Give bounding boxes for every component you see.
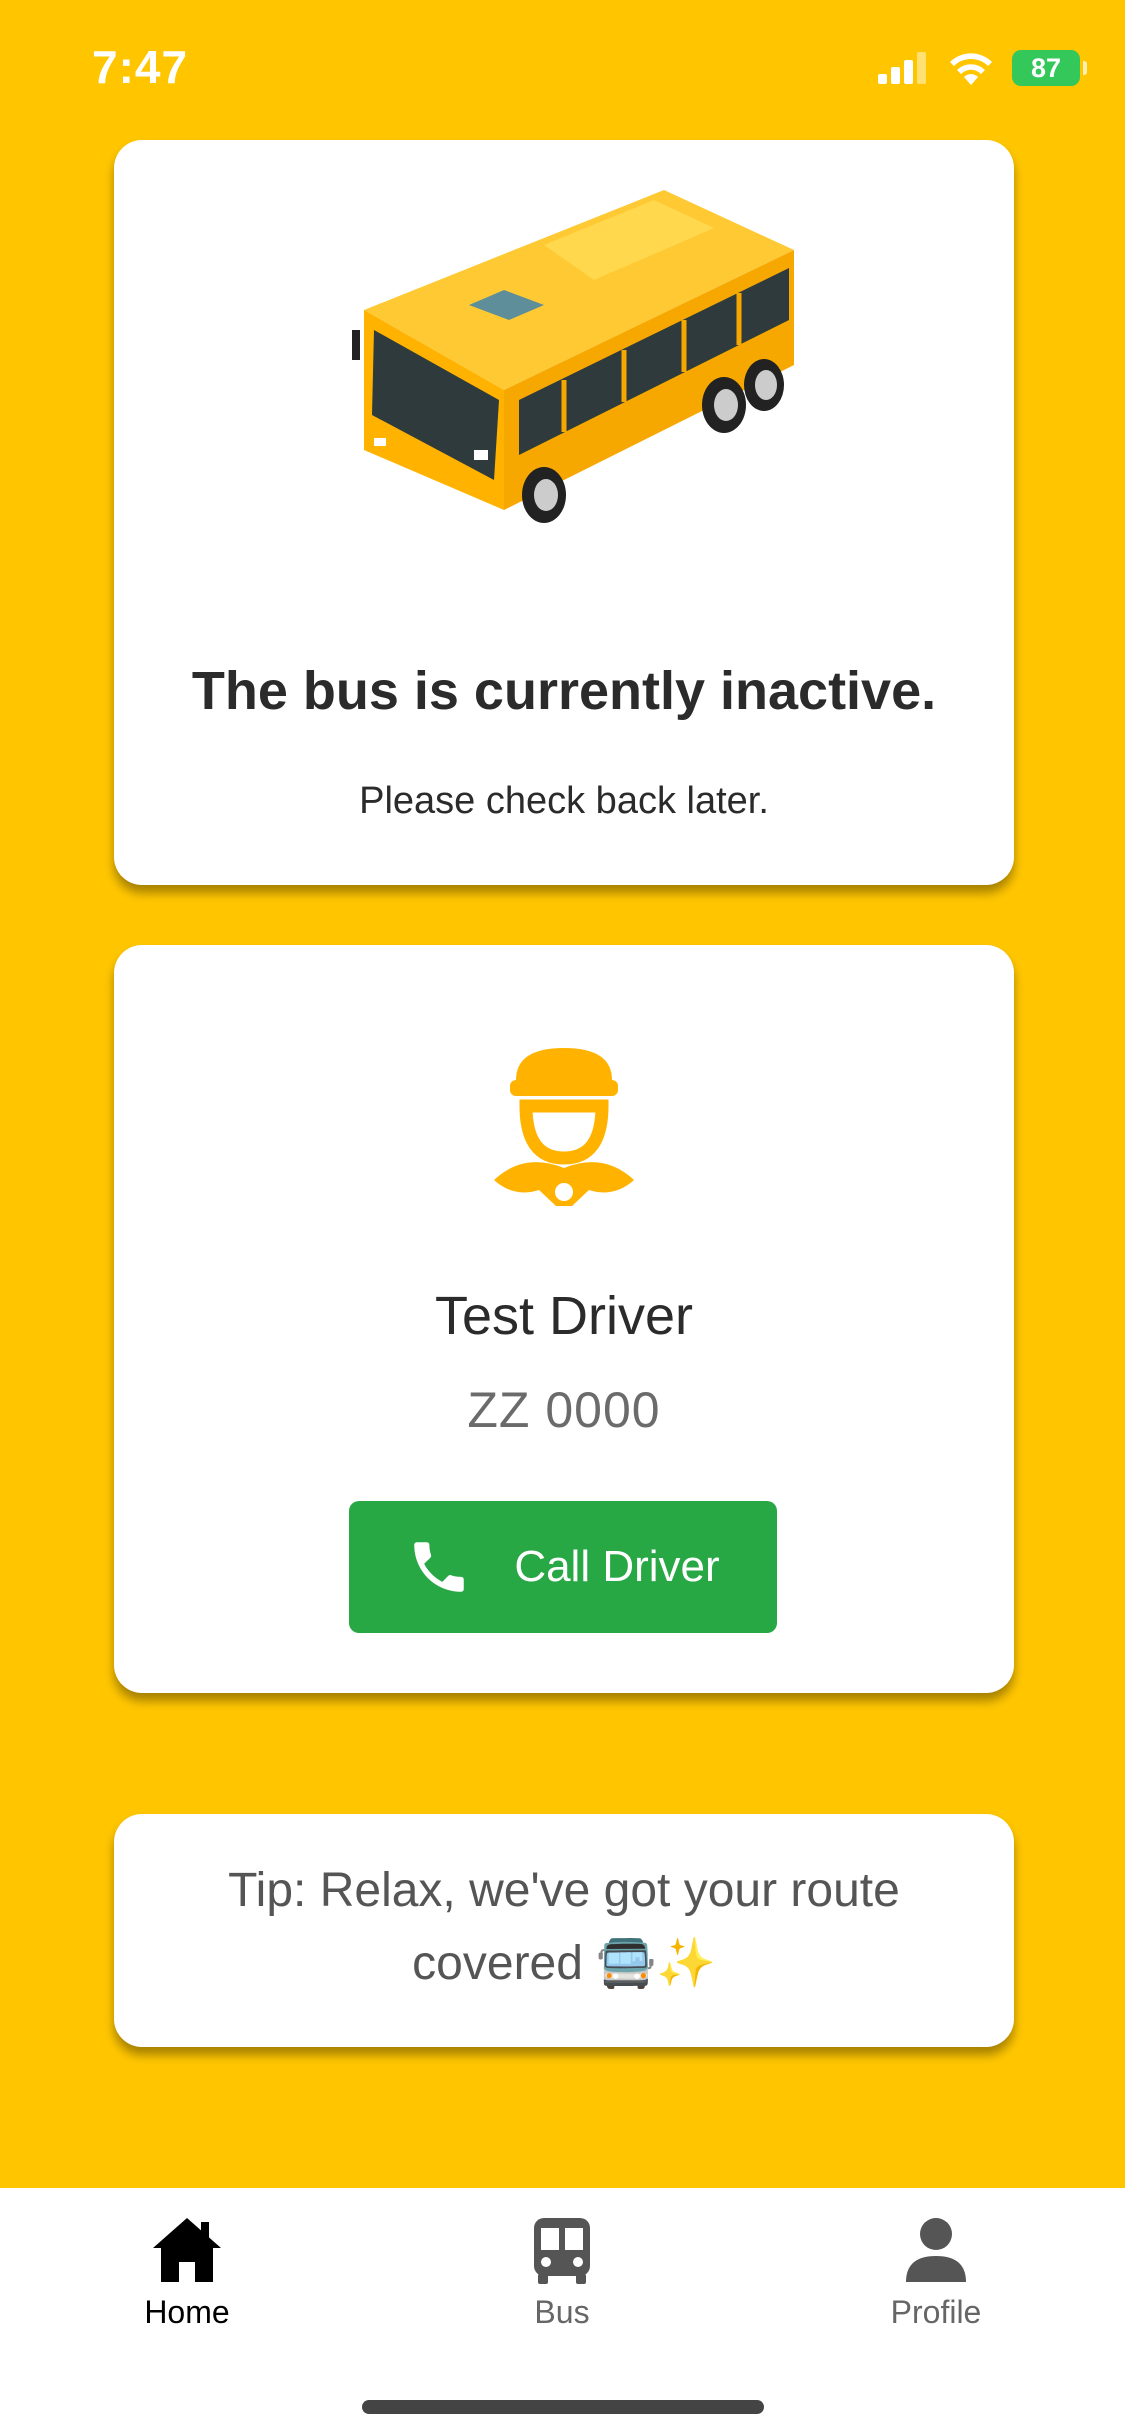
wifi-icon xyxy=(950,53,992,85)
driver-card: Test Driver ZZ 0000 Call Driver xyxy=(114,945,1014,1693)
tip-text: Tip: Relax, we've got your route covered… xyxy=(228,1864,900,1990)
home-indicator xyxy=(362,2400,764,2414)
driver-plate: ZZ 0000 xyxy=(467,1382,661,1438)
battery-level: 87 xyxy=(1030,52,1062,83)
phone-icon xyxy=(414,1542,465,1592)
bus-status-subtitle: Please check back later. xyxy=(359,780,769,822)
bus-status-card: The bus is currently inactive. Please ch… xyxy=(114,140,1014,885)
home-icon xyxy=(153,2218,221,2282)
call-driver-label: Call Driver xyxy=(514,1542,720,1591)
tab-home-label: Home xyxy=(144,2294,230,2330)
bus-illustration xyxy=(352,190,794,530)
tab-bar: Home Bus Profile xyxy=(0,2188,1125,2436)
tab-profile[interactable]: Profile xyxy=(826,2212,1046,2342)
driver-name: Test Driver xyxy=(434,1286,694,1346)
bus-status-title: The bus is currently inactive. xyxy=(191,661,937,721)
status-time: 7:47 xyxy=(92,41,189,93)
driver-icon xyxy=(494,1048,634,1206)
bus-icon xyxy=(534,2218,590,2284)
tip-card: Tip: Relax, we've got your route covered… xyxy=(114,1814,1014,2047)
call-driver-button[interactable]: Call Driver xyxy=(349,1501,777,1633)
person-icon xyxy=(906,2218,966,2282)
tab-bus[interactable]: Bus xyxy=(452,2212,672,2342)
status-bar: 7:47 87 xyxy=(0,0,1125,140)
tab-home[interactable]: Home xyxy=(77,2212,297,2342)
status-icons: 87 xyxy=(878,50,1087,86)
battery-indicator: 87 xyxy=(1012,50,1087,86)
tab-profile-label: Profile xyxy=(890,2294,982,2330)
signal-icon xyxy=(878,52,926,84)
tab-bus-label: Bus xyxy=(534,2294,590,2330)
